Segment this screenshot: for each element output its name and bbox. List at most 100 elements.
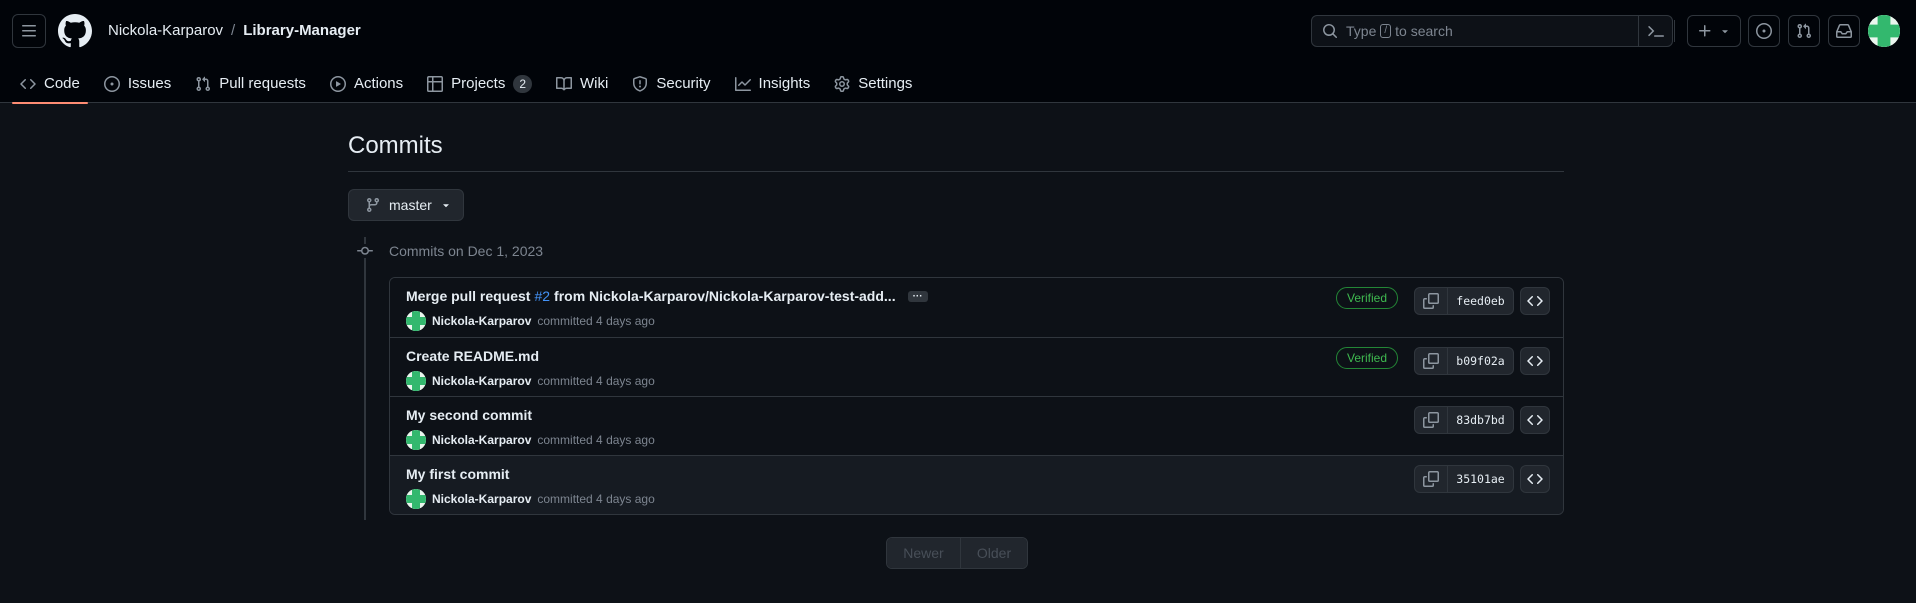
author-link[interactable]: Nickola-Karparov: [432, 314, 531, 328]
tab-code[interactable]: Code: [12, 64, 88, 104]
commit-message-text[interactable]: Merge pull request: [406, 288, 530, 304]
repo-owner-link[interactable]: Nickola-Karparov: [108, 22, 223, 39]
tab-issues[interactable]: Issues: [96, 64, 179, 103]
commit-sha-link[interactable]: feed0eb: [1448, 288, 1513, 314]
copy-sha-button[interactable]: [1415, 348, 1448, 374]
code-icon: [1527, 473, 1543, 485]
tab-pull-requests[interactable]: Pull requests: [187, 64, 314, 103]
pagination: Newer Older: [886, 537, 1028, 569]
repo-nav-tabs: Code Issues Pull requests Actions Projec…: [12, 64, 928, 104]
title-divider: [348, 171, 1564, 172]
commit-sha-group: feed0eb: [1414, 287, 1514, 315]
issue-icon: [103, 75, 120, 92]
search-placeholder-end: to search: [1395, 23, 1453, 39]
browse-repo-button[interactable]: [1520, 347, 1550, 375]
tab-actions[interactable]: Actions: [322, 64, 411, 103]
commit-sha-group: 83db7bd: [1414, 406, 1514, 434]
author-link[interactable]: Nickola-Karparov: [432, 433, 531, 447]
code-icon: [1527, 355, 1543, 367]
command-palette-icon: [1647, 26, 1664, 37]
commit-sha-link[interactable]: 83db7bd: [1448, 407, 1513, 433]
graph-icon: [734, 76, 751, 91]
tab-label: Insights: [758, 75, 811, 92]
commit-group-date: Commits on Dec 1, 2023: [389, 243, 544, 259]
tab-label: Wiki: [580, 75, 609, 92]
inbox-icon: [1836, 24, 1852, 38]
copy-sha-button[interactable]: [1415, 407, 1448, 433]
commit-row: My first commit Nickola-Karparov committ…: [390, 455, 1563, 514]
tab-projects[interactable]: Projects 2: [419, 64, 540, 103]
commit-message[interactable]: Create README.md: [406, 348, 539, 364]
author-avatar[interactable]: [406, 489, 426, 509]
browse-repo-button[interactable]: [1520, 406, 1550, 434]
tab-label: Security: [656, 75, 711, 92]
commit-message-text[interactable]: Create README.md: [406, 348, 539, 364]
verified-badge[interactable]: Verified: [1336, 347, 1399, 369]
top-bar: Nickola-Karparov / Library-Manager Type …: [0, 0, 1916, 64]
author-link[interactable]: Nickola-Karparov: [432, 374, 531, 388]
verified-badge[interactable]: Verified: [1336, 287, 1399, 309]
commit-sha-group: b09f02a: [1414, 347, 1514, 375]
copy-icon: [1423, 471, 1439, 487]
branch-selector-button[interactable]: master: [348, 189, 464, 221]
pull-request-link[interactable]: #2: [534, 288, 550, 304]
author-avatar[interactable]: [406, 311, 426, 331]
commit-message[interactable]: My second commit: [406, 407, 532, 423]
commit-meta: Nickola-Karparov committed 4 days ago: [406, 311, 655, 331]
hamburger-icon: [22, 25, 36, 37]
git-branch-icon: [366, 198, 379, 213]
newer-button[interactable]: Newer: [887, 538, 960, 568]
older-button[interactable]: Older: [960, 538, 1027, 568]
issues-button[interactable]: [1748, 15, 1780, 47]
github-logo[interactable]: [58, 14, 92, 48]
repo-name-link[interactable]: Library-Manager: [243, 22, 361, 39]
copy-sha-button[interactable]: [1415, 466, 1448, 492]
commit-row: Create README.md Nickola-Karparov commit…: [390, 337, 1563, 396]
author-avatar[interactable]: [406, 371, 426, 391]
breadcrumb-separator: /: [231, 22, 236, 39]
header-divider: [1674, 20, 1675, 42]
copy-icon: [1423, 412, 1439, 428]
search-shortcut-key: /: [1380, 24, 1392, 38]
tab-insights[interactable]: Insights: [727, 64, 819, 103]
search-input[interactable]: Type / to search: [1311, 15, 1673, 47]
commit-timestamp: committed 4 days ago: [537, 374, 655, 388]
tab-settings[interactable]: Settings: [826, 64, 920, 103]
copy-sha-button[interactable]: [1415, 288, 1448, 314]
commit-row: My second commit Nickola-Karparov commit…: [390, 396, 1563, 455]
commit-message-text-rest[interactable]: from Nickola-Karparov/Nickola-Karparov-t…: [554, 288, 896, 304]
hamburger-button[interactable]: [12, 14, 46, 48]
commit-message-text[interactable]: My second commit: [406, 407, 532, 423]
plus-icon: [1699, 25, 1711, 37]
book-icon: [556, 76, 573, 90]
caret-down-icon: [1722, 30, 1728, 34]
inbox-button[interactable]: [1828, 15, 1860, 47]
command-palette-button[interactable]: [1638, 16, 1672, 46]
code-icon: [1527, 414, 1543, 426]
page-title: Commits: [348, 132, 443, 159]
tab-label: Settings: [858, 75, 913, 92]
code-icon: [20, 78, 36, 89]
commit-message-text[interactable]: My first commit: [406, 466, 509, 482]
play-icon: [329, 75, 346, 92]
user-avatar[interactable]: [1868, 15, 1900, 47]
browse-repo-button[interactable]: [1520, 465, 1550, 493]
tab-label: Projects: [451, 75, 506, 92]
pull-requests-button[interactable]: [1788, 15, 1820, 47]
commit-message[interactable]: Merge pull request #2 from Nickola-Karpa…: [406, 288, 928, 304]
browse-repo-button[interactable]: [1520, 287, 1550, 315]
author-link[interactable]: Nickola-Karparov: [432, 492, 531, 506]
commit-timestamp: committed 4 days ago: [537, 314, 655, 328]
author-avatar[interactable]: [406, 430, 426, 450]
commit-message[interactable]: My first commit: [406, 466, 509, 482]
app-header: Nickola-Karparov / Library-Manager Type …: [0, 0, 1916, 104]
expand-message-button[interactable]: ···: [907, 290, 928, 302]
tab-wiki[interactable]: Wiki: [548, 64, 616, 103]
create-new-button[interactable]: [1687, 15, 1741, 47]
branch-name: master: [389, 197, 432, 213]
commit-sha-link[interactable]: 35101ae: [1448, 466, 1513, 492]
commit-sha-link[interactable]: b09f02a: [1448, 348, 1513, 374]
commit-list: Merge pull request #2 from Nickola-Karpa…: [389, 277, 1564, 515]
tab-security[interactable]: Security: [624, 64, 718, 103]
search-icon: [1323, 24, 1338, 39]
